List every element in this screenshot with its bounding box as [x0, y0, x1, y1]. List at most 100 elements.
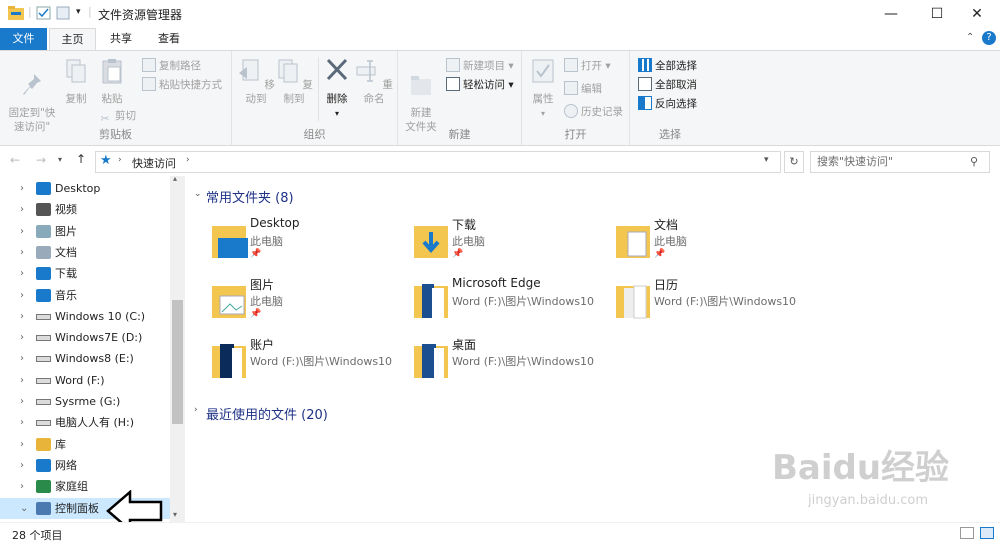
pin-quick-access-button[interactable]: 固定到"快 速访问" — [6, 57, 58, 134]
tab-home[interactable]: 主页 — [49, 28, 96, 51]
folder-tile[interactable]: 账户 Word (F:)\图片\Windows10 — [210, 336, 410, 392]
collapse-section-icon[interactable]: ⌄ — [194, 189, 202, 199]
delete-dropdown-icon[interactable]: ▾ — [335, 109, 339, 118]
folder-tile[interactable]: Desktop 此电脑 📌 — [210, 216, 410, 272]
chevron-right-icon[interactable]: › — [20, 178, 24, 199]
ribbon-collapse-icon[interactable]: ⌃ — [966, 32, 974, 43]
large-icons-view-icon[interactable] — [980, 527, 994, 539]
minimize-button[interactable]: — — [868, 0, 914, 28]
properties-quick-icon[interactable] — [36, 6, 52, 20]
properties-dropdown-icon[interactable]: ▾ — [541, 109, 545, 118]
tree-item[interactable]: › Windows 10 (C:) — [0, 306, 170, 327]
chevron-right-icon[interactable]: › — [20, 348, 24, 369]
folder-location: 此电脑 — [250, 235, 283, 248]
copy-to-button[interactable]: 复制到 — [274, 57, 314, 106]
tree-item[interactable]: › Windows7E (D:) — [0, 327, 170, 348]
folder-tile[interactable]: 日历 Word (F:)\图片\Windows10 — [614, 276, 814, 332]
chevron-right-icon[interactable]: › — [20, 327, 24, 348]
tree-item[interactable]: › 图片 — [0, 221, 170, 242]
tree-item[interactable]: › Sysrme (G:) — [0, 391, 170, 412]
search-input[interactable]: 搜索"快速访问" — [810, 151, 990, 173]
scrollbar-thumb[interactable] — [172, 300, 183, 424]
tree-item[interactable]: › 电脑人人有 (H:) — [0, 412, 170, 433]
easy-access-button[interactable]: 轻松访问 ▾ — [446, 76, 514, 94]
content-scrollbar[interactable] — [990, 176, 1000, 522]
tree-item[interactable]: › 文档 — [0, 242, 170, 263]
edit-button[interactable]: 编辑 — [564, 80, 602, 98]
paste-shortcut-button[interactable]: 粘贴快捷方式 — [142, 76, 222, 94]
address-bar[interactable]: ★ › 快速访问 › ▾ — [95, 151, 781, 173]
tab-file[interactable]: 文件 — [0, 28, 47, 50]
close-button[interactable]: ✕ — [954, 0, 1000, 28]
chevron-right-icon[interactable]: › — [20, 455, 24, 476]
tree-item[interactable]: › 网络 — [0, 455, 170, 476]
folder-tile[interactable]: 桌面 Word (F:)\图片\Windows10 — [412, 336, 612, 392]
expand-section-icon[interactable]: › — [194, 405, 198, 415]
recent-files-header[interactable]: 最近使用的文件 (20) — [206, 404, 328, 423]
forward-arrow-icon[interactable]: → — [36, 153, 46, 167]
new-item-button[interactable]: 新建项目 ▾ — [446, 57, 514, 75]
folder-tile[interactable]: Microsoft Edge Word (F:)\图片\Windows10 — [412, 276, 612, 332]
copy-path-button[interactable]: 复制路径 — [142, 57, 201, 75]
tree-item[interactable]: › Desktop — [0, 178, 170, 199]
chevron-right-icon[interactable]: › — [20, 242, 24, 263]
chevron-down-icon[interactable]: ⌄ — [20, 498, 28, 519]
new-folder-button[interactable]: 新建 文件夹 — [400, 57, 442, 134]
address-dropdown-icon[interactable]: ▾ — [764, 155, 769, 165]
chevron-right-icon[interactable]: › — [20, 391, 24, 412]
select-all-button[interactable]: 全部选择 — [638, 57, 697, 75]
tree-item[interactable]: › 库 — [0, 434, 170, 455]
copy-button[interactable]: 复制 — [60, 57, 92, 106]
navigation-pane-scrollbar[interactable]: ▴ ▾ — [170, 174, 185, 522]
tree-item[interactable]: › 视频 — [0, 199, 170, 220]
select-none-button[interactable]: 全部取消 — [638, 76, 697, 94]
chevron-right-icon[interactable]: › — [20, 263, 24, 284]
folder-tile[interactable]: 图片 此电脑 📌 — [210, 276, 410, 332]
chevron-right-icon[interactable]: › — [20, 285, 24, 306]
scissors-icon: ✂ — [100, 113, 110, 125]
details-view-icon[interactable] — [960, 527, 974, 539]
rename-button[interactable]: 重命名 — [354, 57, 394, 106]
breadcrumb-chevron-icon[interactable]: › — [118, 155, 122, 165]
tree-item[interactable]: › Windows8 (E:) — [0, 348, 170, 369]
chevron-right-icon[interactable]: › — [20, 434, 24, 455]
quick-access-toolbar-dropdown[interactable]: ▾ — [76, 7, 81, 17]
up-arrow-icon[interactable]: ↑ — [76, 152, 86, 166]
tab-share[interactable]: 共享 — [100, 28, 142, 50]
scroll-down-icon[interactable]: ▾ — [173, 510, 177, 519]
item-count: 28 个项目 — [12, 529, 63, 542]
chevron-right-icon[interactable]: › — [20, 306, 24, 327]
open-button[interactable]: 打开 ▾ — [564, 57, 611, 75]
breadcrumb-chevron-icon[interactable]: › — [186, 155, 190, 165]
cut-button[interactable]: ✂ 剪切 — [98, 107, 136, 125]
chevron-right-icon[interactable]: › — [20, 476, 24, 497]
refresh-icon[interactable]: ↻ — [784, 151, 804, 173]
chevron-right-icon[interactable]: › — [20, 370, 24, 391]
open-group: 属性 ▾ 打开 ▾ 编辑 历史记录 打开 — [522, 51, 630, 145]
new-folder-quick-icon[interactable] — [56, 6, 72, 20]
tab-view[interactable]: 查看 — [146, 28, 192, 50]
tree-item[interactable]: › 下载 — [0, 263, 170, 284]
chevron-right-icon[interactable]: › — [20, 221, 24, 242]
tree-item[interactable]: › 音乐 — [0, 285, 170, 306]
folder-tile[interactable]: 文档 此电脑 📌 — [614, 216, 814, 272]
history-button[interactable]: 历史记录 — [564, 103, 623, 121]
recent-locations-dropdown-icon[interactable]: ▾ — [58, 155, 62, 164]
search-icon[interactable]: ⚲ — [970, 155, 978, 168]
back-arrow-icon[interactable]: ← — [10, 153, 20, 167]
frequent-folders-header[interactable]: 常用文件夹 (8) — [206, 187, 294, 206]
chevron-right-icon[interactable]: › — [20, 412, 24, 433]
tree-item-label: 库 — [55, 437, 66, 451]
help-icon[interactable]: ? — [982, 31, 996, 45]
desktop-screens-folder-icon — [414, 344, 448, 378]
move-to-button[interactable]: 移动到 — [236, 57, 276, 106]
breadcrumb[interactable]: 快速访问 — [132, 155, 176, 171]
delete-button[interactable]: 删除 ▾ — [320, 57, 354, 121]
chevron-right-icon[interactable]: › — [20, 199, 24, 220]
scroll-up-icon[interactable]: ▴ — [173, 174, 177, 183]
invert-selection-button[interactable]: 反向选择 — [638, 95, 697, 113]
folder-tile[interactable]: 下载 此电脑 📌 — [412, 216, 612, 272]
paste-button[interactable]: 粘贴 — [96, 57, 128, 106]
properties-button[interactable]: 属性 ▾ — [526, 57, 560, 121]
tree-item[interactable]: › Word (F:) — [0, 370, 170, 391]
